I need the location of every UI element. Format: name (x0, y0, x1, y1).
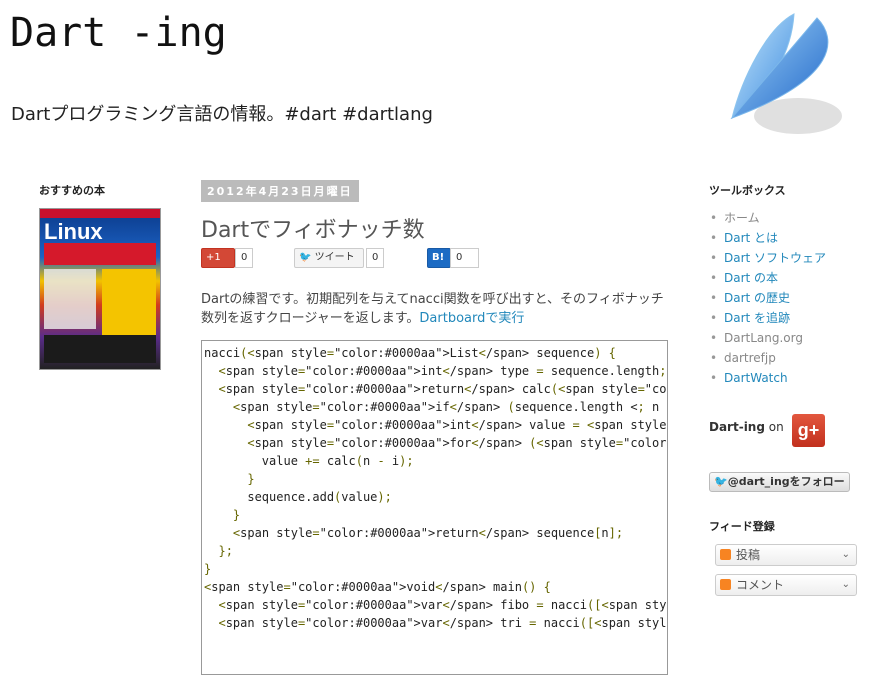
twitter-bird-icon: 🐦 (299, 252, 312, 263)
rss-icon (720, 549, 731, 560)
code-line: <span style="color:#0000aa">return</span… (218, 382, 667, 396)
code-line: <span style="color:#0000aa">var</span> t… (218, 616, 668, 630)
toolbox-link[interactable]: dartrefjp (709, 348, 879, 368)
post-body: Dartの練習です。初期配列を与えてnacci関数を呼び出すと、そのフィボナッチ… (201, 290, 666, 328)
toolbox-link[interactable]: Dart の本 (709, 268, 879, 288)
post-title[interactable]: Dartでフィボナッチ数 (201, 212, 671, 244)
code-line: } (204, 562, 212, 576)
hatena-count: 0 (450, 248, 479, 268)
feed-dropdown[interactable]: 投稿 ⌄ (715, 544, 857, 566)
code-line: <span style="color:#0000aa">void</span> … (204, 580, 551, 594)
toolbox-link[interactable]: Dart の歴史 (709, 288, 879, 308)
code-line: } (232, 508, 241, 522)
toolbox-link[interactable]: Dart とは (709, 228, 879, 248)
code-line: <span style="color:#0000aa">for</span> (… (247, 436, 667, 450)
code-line: }; (218, 544, 233, 558)
code-line: nacci(<span style="color:#0000aa">List</… (204, 346, 616, 360)
toolbox-links: ホームDart とはDart ソフトウェアDart の本Dart の歴史Dart… (709, 208, 879, 388)
toolbox-link[interactable]: DartLang.org (709, 328, 879, 348)
site-description: Dartプログラミング言語の情報。#dart #dartlang (11, 104, 433, 125)
code-line: <span style="color:#0000aa">if</span> (s… (232, 400, 667, 414)
book-cover-image[interactable]: Linux (39, 208, 161, 370)
code-line: <span style="color:#0000aa">int</span> v… (247, 418, 667, 432)
code-line: value += calc(n - i); (204, 454, 414, 468)
book-brand: Linux (44, 219, 103, 244)
gplus-page-name[interactable]: Dart-ing (709, 420, 765, 434)
left-sidebar: おすすめの本 Linux (39, 182, 164, 370)
toolbox-link[interactable]: DartWatch (709, 368, 879, 388)
code-block: nacci(<span style="color:#0000aa">List</… (201, 340, 668, 675)
chevron-down-icon: ⌄ (841, 549, 850, 560)
gplus-page-label: Dart-ing on (709, 420, 784, 434)
dart-logo[interactable] (722, 8, 844, 140)
code-line: <span style="color:#0000aa">int</span> t… (218, 364, 667, 378)
twitter-bird-icon: 🐦 (714, 475, 728, 488)
gplus-count: 0 (235, 248, 254, 268)
dartboard-link[interactable]: Dartboardで実行 (419, 311, 524, 326)
toolbox-title: ツールボックス (709, 184, 786, 197)
code-line: <span style="color:#0000aa">return</span… (232, 526, 624, 540)
recommended-book-title: おすすめの本 (39, 184, 105, 197)
tweet-label: ツイート (314, 252, 355, 263)
gplus-on-text: on (768, 420, 784, 434)
twitter-follow-button[interactable]: 🐦@dart_ingをフォロー (709, 472, 850, 492)
tweet-count: 0 (366, 248, 385, 268)
feed-list: 投稿 ⌄ コメント ⌄ (709, 544, 879, 596)
main-post: 2012年4月23日月曜日 Dartでフィボナッチ数 +1 0 🐦 ツイート 0… (201, 180, 671, 675)
toolbox-link[interactable]: Dart を追跡 (709, 308, 879, 328)
feed-label: コメント (736, 578, 785, 592)
feed-label: 投稿 (736, 548, 761, 562)
tweet-button[interactable]: 🐦 ツイート (294, 248, 364, 268)
code-line: } (247, 472, 255, 486)
right-sidebar: ツールボックス ホームDart とはDart ソフトウェアDart の本Dart… (709, 182, 879, 604)
code-line: sequence.add(value); (204, 490, 392, 504)
site-title[interactable]: Dart -ing (10, 10, 227, 56)
follow-label: @dart_ingをフォロー (727, 475, 845, 488)
rss-icon (720, 579, 731, 590)
toolbox-link[interactable]: ホーム (709, 208, 879, 228)
chevron-down-icon: ⌄ (841, 579, 850, 590)
share-buttons: +1 0 🐦 ツイート 0 B! 0 (201, 248, 671, 272)
gplus-one-button[interactable]: +1 (201, 248, 235, 268)
code-line: <span style="color:#0000aa">var</span> f… (218, 598, 667, 612)
toolbox-link[interactable]: Dart ソフトウェア (709, 248, 879, 268)
feed-title: フィード登録 (709, 520, 775, 533)
gplus-page-widget: Dart-ing on g+ (709, 414, 879, 454)
gplus-icon[interactable]: g+ (792, 414, 825, 447)
date-header: 2012年4月23日月曜日 (201, 180, 359, 202)
feed-dropdown[interactable]: コメント ⌄ (715, 574, 857, 596)
hatena-bookmark-button[interactable]: B! (427, 248, 451, 268)
